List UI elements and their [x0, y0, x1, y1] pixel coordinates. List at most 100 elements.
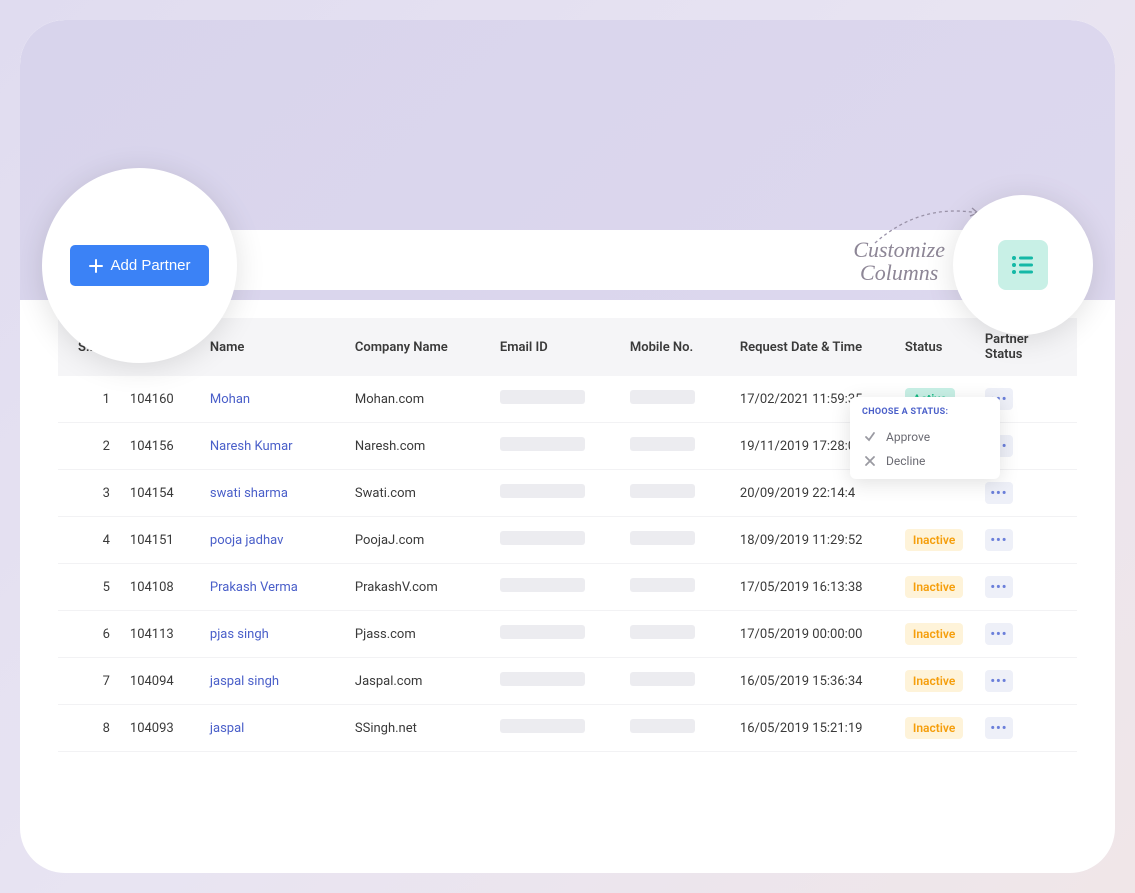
- cell-mobile: [620, 705, 730, 752]
- partners-table: S.No.IDNameCompany NameEmail IDMobile No…: [58, 318, 1077, 752]
- partner-name-link[interactable]: pooja jadhav: [210, 533, 283, 548]
- more-actions-button[interactable]: •••: [985, 529, 1013, 551]
- cell-sno: 1: [58, 376, 120, 423]
- cell-actions: •••: [975, 517, 1077, 564]
- cell-sno: 3: [58, 470, 120, 517]
- cell-name: pjas singh: [200, 611, 345, 658]
- cell-status: Inactive: [895, 705, 975, 752]
- cell-id: 104151: [120, 517, 200, 564]
- cell-date: 16/05/2019 15:36:34: [730, 658, 895, 705]
- cell-name: swati sharma: [200, 470, 345, 517]
- redacted-email: [500, 531, 585, 545]
- partner-name-link[interactable]: pjas singh: [210, 627, 269, 642]
- table-row: 5104108Prakash VermaPrakashV.com17/05/20…: [58, 564, 1077, 611]
- cell-status: Inactive: [895, 564, 975, 611]
- cell-mobile: [620, 611, 730, 658]
- status-badge: Inactive: [905, 670, 963, 692]
- cell-sno: 6: [58, 611, 120, 658]
- cell-mobile: [620, 517, 730, 564]
- column-header[interactable]: Status: [895, 318, 975, 376]
- partner-name-link[interactable]: Naresh Kumar: [210, 439, 293, 454]
- redacted-mobile: [630, 390, 695, 404]
- cell-mobile: [620, 658, 730, 705]
- status-badge: Inactive: [905, 717, 963, 739]
- cell-email: [490, 564, 620, 611]
- cell-name: Prakash Verma: [200, 564, 345, 611]
- partner-name-link[interactable]: jaspal singh: [210, 674, 279, 689]
- cell-sno: 7: [58, 658, 120, 705]
- cell-company: SSingh.net: [345, 705, 490, 752]
- more-actions-button[interactable]: •••: [985, 717, 1013, 739]
- more-actions-button[interactable]: •••: [985, 482, 1013, 504]
- more-actions-button[interactable]: •••: [985, 576, 1013, 598]
- cell-date: 17/05/2019 16:13:38: [730, 564, 895, 611]
- more-actions-button[interactable]: •••: [985, 623, 1013, 645]
- status-badge: Inactive: [905, 623, 963, 645]
- redacted-mobile: [630, 719, 695, 733]
- cell-id: 104108: [120, 564, 200, 611]
- decline-option[interactable]: Decline: [862, 449, 988, 473]
- redacted-mobile: [630, 437, 695, 451]
- add-partner-button[interactable]: Add Partner: [70, 245, 208, 286]
- cell-sno: 8: [58, 705, 120, 752]
- approve-option[interactable]: Approve: [862, 425, 988, 449]
- cell-company: Mohan.com: [345, 376, 490, 423]
- cell-name: jaspal: [200, 705, 345, 752]
- cell-date: 16/05/2019 15:21:19: [730, 705, 895, 752]
- status-badge: Inactive: [905, 529, 963, 551]
- redacted-mobile: [630, 578, 695, 592]
- cell-company: PrakashV.com: [345, 564, 490, 611]
- cell-mobile: [620, 470, 730, 517]
- status-badge: Inactive: [905, 576, 963, 598]
- cell-email: [490, 705, 620, 752]
- redacted-email: [500, 719, 585, 733]
- table-row: 6104113pjas singhPjass.com17/05/2019 00:…: [58, 611, 1077, 658]
- redacted-email: [500, 578, 585, 592]
- cell-company: PoojaJ.com: [345, 517, 490, 564]
- partners-table-container: S.No.IDNameCompany NameEmail IDMobile No…: [58, 318, 1077, 752]
- cell-actions: •••: [975, 658, 1077, 705]
- partner-name-link[interactable]: swati sharma: [210, 486, 288, 501]
- customize-annotation: Customize Columns: [853, 238, 945, 284]
- redacted-email: [500, 672, 585, 686]
- redacted-email: [500, 437, 585, 451]
- cell-company: Jaspal.com: [345, 658, 490, 705]
- redacted-email: [500, 484, 585, 498]
- more-actions-button[interactable]: •••: [985, 670, 1013, 692]
- cell-sno: 2: [58, 423, 120, 470]
- check-icon: [864, 431, 876, 443]
- cell-actions: •••: [975, 611, 1077, 658]
- cell-name: Mohan: [200, 376, 345, 423]
- column-header[interactable]: Company Name: [345, 318, 490, 376]
- cell-email: [490, 517, 620, 564]
- column-header[interactable]: Name: [200, 318, 345, 376]
- cell-id: 104094: [120, 658, 200, 705]
- redacted-mobile: [630, 484, 695, 498]
- partner-name-link[interactable]: Mohan: [210, 392, 250, 407]
- plus-icon: [88, 258, 104, 274]
- cell-actions: •••: [975, 705, 1077, 752]
- cell-actions: •••: [975, 564, 1077, 611]
- cell-status: Inactive: [895, 658, 975, 705]
- column-header[interactable]: Email ID: [490, 318, 620, 376]
- x-icon: [864, 455, 876, 467]
- cell-sno: 4: [58, 517, 120, 564]
- redacted-mobile: [630, 672, 695, 686]
- cell-email: [490, 611, 620, 658]
- column-header[interactable]: Mobile No.: [620, 318, 730, 376]
- cell-email: [490, 658, 620, 705]
- partner-name-link[interactable]: Prakash Verma: [210, 580, 298, 595]
- add-partner-callout: Add Partner: [42, 168, 237, 363]
- customize-columns-button[interactable]: [998, 240, 1048, 290]
- cell-status: Inactive: [895, 517, 975, 564]
- redacted-mobile: [630, 625, 695, 639]
- main-card: Add Partner Customize Columns S.No.IDNam…: [20, 20, 1115, 873]
- cell-id: 104156: [120, 423, 200, 470]
- column-header[interactable]: Request Date & Time: [730, 318, 895, 376]
- list-icon: [1010, 254, 1036, 276]
- add-partner-label: Add Partner: [110, 257, 190, 274]
- redacted-email: [500, 625, 585, 639]
- redacted-email: [500, 390, 585, 404]
- cell-email: [490, 423, 620, 470]
- partner-name-link[interactable]: jaspal: [210, 721, 244, 736]
